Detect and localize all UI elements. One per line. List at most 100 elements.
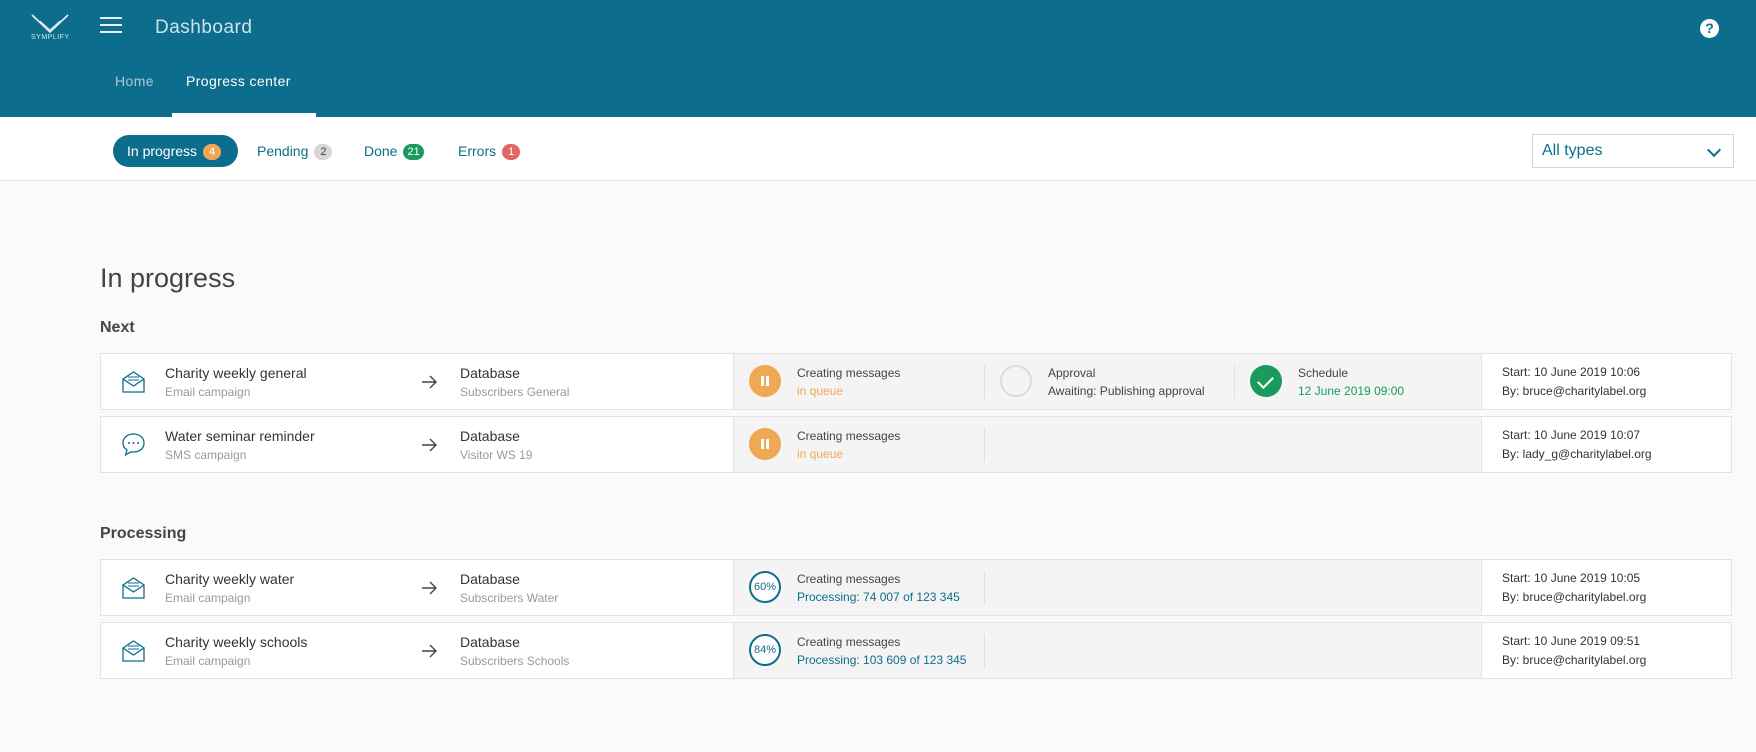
database-name: Visitor WS 19 [460, 448, 533, 462]
group-title-next: Next [100, 319, 135, 336]
step-status: Processing: 74 007 of 123 345 [797, 590, 960, 604]
divider [984, 428, 985, 462]
step-creating-messages: 84% Creating messages Processing: 103 60… [734, 623, 984, 678]
filter-in-progress[interactable]: In progress 4 [113, 135, 238, 167]
campaign-name[interactable]: Charity weekly schools [165, 634, 307, 650]
progress-circle-icon: 60% [749, 571, 781, 603]
campaign-info: Water seminar reminder SMS campaign Data… [101, 417, 733, 472]
count-badge: 4 [203, 144, 222, 160]
step-title: Creating messages [797, 429, 901, 443]
step-status: Awaiting: Publishing approval [1048, 384, 1205, 398]
campaign-type: Email campaign [165, 654, 251, 668]
campaign-meta: Start: 10 June 2019 10:07 By: lady_g@cha… [1482, 417, 1732, 472]
step-status: in queue [797, 384, 844, 398]
campaign-meta: Start: 10 June 2019 10:05 By: bruce@char… [1482, 560, 1732, 615]
created-by: By: bruce@charitylabel.org [1502, 590, 1647, 604]
campaign-info: Charity weekly schools Email campaign Da… [101, 623, 733, 678]
progress-steps: 60% Creating messages Processing: 74 007… [733, 560, 1482, 615]
check-icon [1250, 365, 1282, 397]
campaign-type: Email campaign [165, 385, 251, 399]
step-title: Creating messages [797, 366, 901, 380]
divider [984, 634, 985, 668]
campaign-type: SMS campaign [165, 448, 247, 462]
database-name: Subscribers Schools [460, 654, 570, 668]
step-status: Processing: 103 609 of 123 345 [797, 653, 967, 667]
filter-errors[interactable]: Errors 1 [458, 135, 521, 167]
database-label: Database [460, 571, 520, 587]
step-title: Creating messages [797, 572, 901, 586]
start-time: Start: 10 June 2019 10:05 [1502, 571, 1641, 585]
empty-circle-icon [1000, 365, 1032, 397]
count-badge: 2 [314, 144, 333, 160]
progress-steps: Creating messages in queue [733, 417, 1482, 472]
campaign-type: Email campaign [165, 591, 251, 605]
type-select[interactable]: All types [1532, 134, 1734, 168]
step-title: Approval [1048, 366, 1096, 380]
step-status: in queue [797, 447, 844, 461]
group-title-processing: Processing [100, 525, 187, 542]
step-creating-messages: Creating messages in queue [734, 354, 984, 409]
database-name: Subscribers General [460, 385, 570, 399]
database-label: Database [460, 634, 520, 650]
step-schedule: Schedule 12 June 2019 09:00 [1234, 365, 1484, 399]
sms-bubble-icon [122, 433, 145, 457]
campaign-name[interactable]: Water seminar reminder [165, 428, 315, 444]
step-creating-messages: 60% Creating messages Processing: 74 007… [734, 560, 984, 615]
step-title: Creating messages [797, 635, 901, 649]
page-title: Dashboard [155, 17, 253, 38]
campaign-row[interactable]: Charity weekly water Email campaign Data… [100, 559, 1732, 616]
count-badge: 1 [502, 144, 521, 160]
filter-label: Pending [257, 143, 309, 159]
help-icon[interactable]: ? [1700, 19, 1719, 38]
logo-text: SYMPLIFY [31, 34, 70, 41]
email-envelope-icon [122, 577, 145, 599]
campaign-name[interactable]: Charity weekly general [165, 365, 307, 381]
pause-icon[interactable] [749, 428, 781, 460]
progress-circle-icon: 84% [749, 634, 781, 666]
filter-done[interactable]: Done 21 [364, 135, 424, 167]
email-envelope-icon [122, 371, 145, 393]
database-name: Subscribers Water [460, 591, 559, 605]
step-title: Schedule [1298, 366, 1349, 380]
chevron-down-icon [1706, 142, 1722, 158]
campaign-info: Charity weekly water Email campaign Data… [101, 560, 733, 615]
step-status: 12 June 2019 09:00 [1298, 384, 1405, 398]
campaign-row[interactable]: Charity weekly general Email campaign Da… [100, 353, 1732, 410]
filter-bar: In progress 4 Pending 2 Done 21 Errors 1 All… [0, 117, 1756, 181]
database-label: Database [460, 428, 520, 444]
campaign-info: Charity weekly general Email campaign Da… [101, 354, 733, 409]
filter-label: Errors [458, 143, 497, 159]
top-bar: SYMPLIFY Dashboard ? Home Progress cente… [0, 0, 1756, 117]
arrow-right-icon [422, 644, 437, 658]
divider [984, 571, 985, 605]
type-select-value: All types [1542, 142, 1603, 159]
menu-icon[interactable] [100, 17, 122, 35]
arrow-right-icon [422, 438, 437, 452]
progress-steps: 84% Creating messages Processing: 103 60… [733, 623, 1482, 678]
created-by: By: bruce@charitylabel.org [1502, 384, 1647, 398]
created-by: By: bruce@charitylabel.org [1502, 653, 1647, 667]
filter-pending[interactable]: Pending 2 [257, 135, 333, 167]
campaign-meta: Start: 10 June 2019 10:06 By: bruce@char… [1482, 354, 1732, 409]
start-time: Start: 10 June 2019 10:07 [1502, 428, 1641, 442]
step-creating-messages: Creating messages in queue [734, 417, 984, 472]
step-approval: Approval Awaiting: Publishing approval [984, 365, 1234, 399]
filter-label: Done [364, 143, 398, 159]
tab-progress-center[interactable]: Progress center [186, 73, 291, 89]
campaign-meta: Start: 10 June 2019 09:51 By: bruce@char… [1482, 623, 1732, 678]
tab-home[interactable]: Home [115, 73, 154, 89]
section-title: In progress [100, 263, 236, 293]
filter-label: In progress [127, 143, 198, 159]
database-label: Database [460, 365, 520, 381]
email-envelope-icon [122, 640, 145, 662]
campaign-row[interactable]: Water seminar reminder SMS campaign Data… [100, 416, 1732, 473]
campaign-row[interactable]: Charity weekly schools Email campaign Da… [100, 622, 1732, 679]
start-time: Start: 10 June 2019 09:51 [1502, 634, 1641, 648]
campaign-name[interactable]: Charity weekly water [165, 571, 294, 587]
pause-icon[interactable] [749, 365, 781, 397]
count-badge: 21 [403, 144, 424, 160]
start-time: Start: 10 June 2019 10:06 [1502, 365, 1641, 379]
arrow-right-icon [422, 375, 437, 389]
arrow-right-icon [422, 581, 437, 595]
progress-steps: Creating messages in queue Approval Awai… [733, 354, 1482, 409]
